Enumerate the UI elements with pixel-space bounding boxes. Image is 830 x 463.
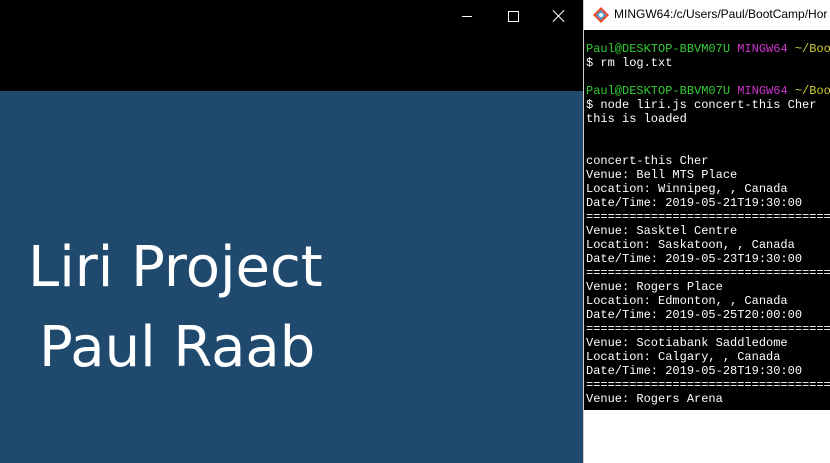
event-location: Location: Saskatoon, , Canada <box>586 238 795 252</box>
event-datetime: Date/Time: 2019-05-25T20:00:00 <box>586 308 803 322</box>
output-line: this is loaded <box>586 112 687 126</box>
slide-author: Paul Raab <box>39 315 316 380</box>
event-venue: Venue: Rogers Arena <box>586 392 723 406</box>
presentation-window: Liri Project Paul Raab <box>0 0 583 463</box>
git-bash-icon <box>593 7 609 23</box>
maximize-button[interactable] <box>490 0 536 32</box>
prompt-env: MINGW64 <box>737 84 788 98</box>
event-location: Location: Calgary, , Canada <box>586 350 781 364</box>
title-slide: Liri Project Paul Raab <box>0 91 583 463</box>
prompt-path: ~/Boot <box>794 84 830 98</box>
separator-line: =================================== <box>586 378 830 392</box>
minimize-button[interactable] <box>444 0 490 32</box>
close-icon <box>552 9 566 23</box>
event-datetime: Date/Time: 2019-05-28T19:30:00 <box>586 364 803 378</box>
event-venue: Venue: Rogers Place <box>586 280 723 294</box>
slide-title: Liri Project <box>28 235 323 300</box>
prompt-line: Paul@DESKTOP-BBVM07U MINGW64 ~/Boot <box>584 84 830 98</box>
separator-line: =================================== <box>586 210 830 224</box>
output-header: concert-this Cher <box>586 154 709 168</box>
prompt-line: Paul@DESKTOP-BBVM07U MINGW64 ~/Boot <box>584 42 830 56</box>
event-datetime: Date/Time: 2019-05-23T19:30:00 <box>586 252 803 266</box>
prompt-user: Paul@DESKTOP-BBVM07U <box>586 84 731 98</box>
terminal-titlebar[interactable]: MINGW64:/c/Users/Paul/BootCamp/Hor <box>584 0 830 30</box>
event-venue: Venue: Scotiabank Saddledome <box>586 336 788 350</box>
close-button[interactable] <box>536 0 582 32</box>
terminal-title: MINGW64:/c/Users/Paul/BootCamp/Hor <box>614 7 828 21</box>
event-datetime: Date/Time: 2019-05-21T19:30:00 <box>586 196 803 210</box>
event-venue: Venue: Bell MTS Place <box>586 168 738 182</box>
event-location: Location: Edmonton, , Canada <box>586 294 788 308</box>
event-venue: Venue: Sasktel Centre <box>586 224 738 238</box>
presentation-titlebar <box>0 0 583 32</box>
separator-line: =================================== <box>586 322 830 336</box>
maximize-icon <box>507 10 519 22</box>
terminal-output[interactable]: Paul@DESKTOP-BBVM07U MINGW64 ~/Boot $ rm… <box>584 30 830 410</box>
separator-line: =================================== <box>586 266 830 280</box>
minimize-icon <box>462 15 472 17</box>
prompt-user: Paul@DESKTOP-BBVM07U <box>586 42 731 56</box>
command-line: $ node liri.js concert-this Cher <box>586 98 817 112</box>
command-line: $ rm log.txt <box>586 56 673 70</box>
terminal-window: MINGW64:/c/Users/Paul/BootCamp/Hor Paul@… <box>583 0 830 463</box>
prompt-env: MINGW64 <box>737 42 788 56</box>
event-location: Location: Winnipeg, , Canada <box>586 182 788 196</box>
prompt-path: ~/Boot <box>794 42 830 56</box>
